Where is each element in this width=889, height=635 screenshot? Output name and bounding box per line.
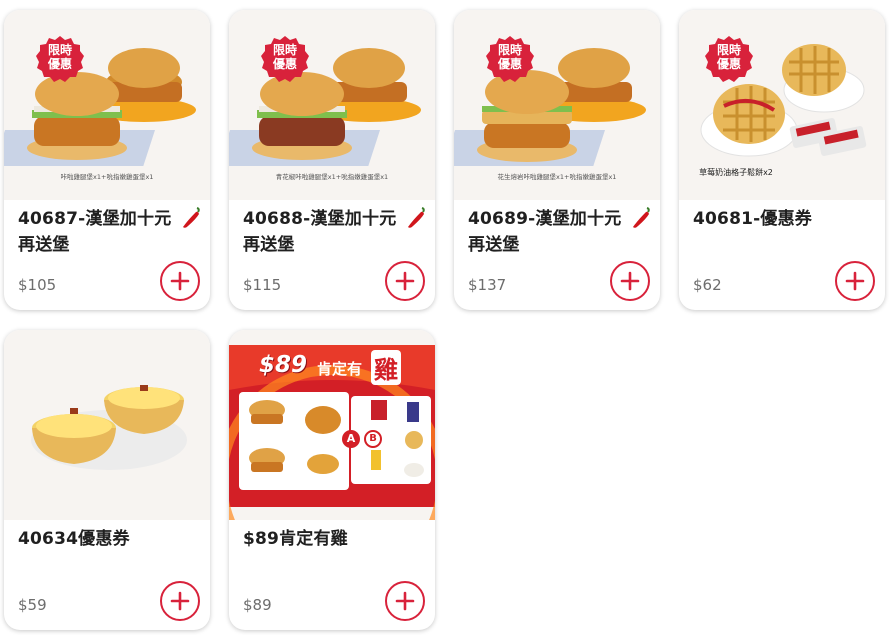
spicy-chili-icon <box>180 206 202 230</box>
product-price: $137 <box>468 276 507 294</box>
plus-icon <box>395 591 415 611</box>
product-price: $115 <box>243 276 282 294</box>
add-to-cart-button[interactable] <box>385 581 425 621</box>
promo-headline: $89 肯定有 雞 <box>259 350 419 385</box>
add-to-cart-button[interactable] <box>160 261 200 301</box>
product-price: $89 <box>243 596 272 614</box>
image-caption: 花生熔岩咔啦雞腿堡x1+吮指嫩雞蛋堡x1 <box>497 173 617 181</box>
product-price: $105 <box>18 276 57 294</box>
combo-a-label: A <box>342 430 360 448</box>
plus-icon <box>170 591 190 611</box>
product-image: 限時 優惠 咔啦雞腿堡x1+吮指嫩雞蛋堡x1 <box>4 10 210 200</box>
add-to-cart-button[interactable] <box>610 261 650 301</box>
product-card-40687[interactable]: 限時 優惠 咔啦雞腿堡x1+吮指嫩雞蛋堡x1 40687-漢堡加十元再送堡 $1… <box>4 10 210 310</box>
image-caption: 草莓奶油格子鬆餅x2 <box>699 168 773 177</box>
plus-icon <box>845 271 865 291</box>
spicy-chili-icon <box>405 206 427 230</box>
product-image: $89 肯定有 雞 A B <box>229 330 435 520</box>
product-title: 40634優惠券 <box>18 529 130 549</box>
limited-offer-badge: 限時 優惠 <box>705 34 753 82</box>
product-card-40688[interactable]: 限時 優惠 青花椒咔啦雞腿堡x1+吮指嫩雞蛋堡x1 40688-漢堡加十元再送堡… <box>229 10 435 310</box>
product-image: 限時 優惠 青花椒咔啦雞腿堡x1+吮指嫩雞蛋堡x1 <box>229 10 435 200</box>
product-title: 40688-漢堡加十元再送堡 <box>243 209 397 255</box>
plus-icon <box>170 271 190 291</box>
product-card-40634[interactable]: 40634優惠券 $59 <box>4 330 210 630</box>
product-price: $59 <box>18 596 47 614</box>
spicy-chili-icon <box>630 206 652 230</box>
plus-icon <box>620 271 640 291</box>
limited-offer-badge: 限時 優惠 <box>36 34 84 82</box>
product-image: 限時 優惠 草莓奶油格子鬆餅x2 <box>679 10 885 200</box>
add-to-cart-button[interactable] <box>160 581 200 621</box>
add-to-cart-button[interactable] <box>385 261 425 301</box>
plus-icon <box>395 271 415 291</box>
limited-offer-badge: 限時 優惠 <box>261 34 309 82</box>
product-image <box>4 330 210 520</box>
product-image: 限時 優惠 花生熔岩咔啦雞腿堡x1+吮指嫩雞蛋堡x1 <box>454 10 660 200</box>
product-card-40681[interactable]: 限時 優惠 草莓奶油格子鬆餅x2 40681-優惠券 $62 <box>679 10 885 310</box>
product-title: 40689-漢堡加十元再送堡 <box>468 209 622 255</box>
image-caption: 咔啦雞腿堡x1+吮指嫩雞蛋堡x1 <box>60 173 154 181</box>
product-card-40689[interactable]: 限時 優惠 花生熔岩咔啦雞腿堡x1+吮指嫩雞蛋堡x1 40689-漢堡加十元再送… <box>454 10 660 310</box>
image-caption: 青花椒咔啦雞腿堡x1+吮指嫩雞蛋堡x1 <box>275 173 389 181</box>
product-title: 40681-優惠券 <box>693 209 812 229</box>
product-title: 40687-漢堡加十元再送堡 <box>18 209 172 255</box>
combo-b-label: B <box>364 430 382 448</box>
product-title: $89肯定有雞 <box>243 529 348 549</box>
add-to-cart-button[interactable] <box>835 261 875 301</box>
limited-offer-badge: 限時 優惠 <box>486 34 534 82</box>
product-price: $62 <box>693 276 722 294</box>
product-card-89-combo[interactable]: $89 肯定有 雞 A B $89肯定有雞 $89 <box>229 330 435 630</box>
